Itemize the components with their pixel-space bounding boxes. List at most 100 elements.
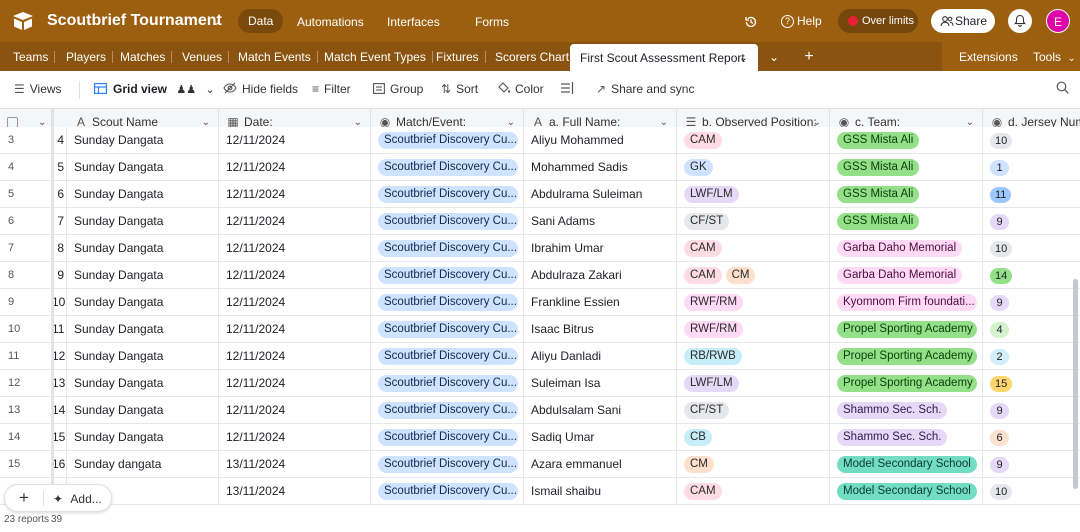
record-id-cell[interactable]: 8 [52,235,67,262]
table-row[interactable]: 6 7 Sunday Dangata 12/11/2024 Scoutbrief Dis… [0,208,1080,235]
date-cell[interactable]: 13/11/2024 [219,451,371,478]
table-row[interactable]: 13 14 Sunday Dangata 12/11/2024 Scoutbrief D… [0,397,1080,424]
team-cell[interactable]: Propel Sporting Academy [830,316,983,343]
extensions-button[interactable]: Extensions [952,42,1025,71]
scout-name-cell[interactable]: Sunday Dangata [67,235,219,262]
record-id-cell[interactable]: 10 [52,289,67,316]
hide-fields-button[interactable]: Hide fields [223,82,298,96]
jersey-number-cell[interactable]: 11 [983,181,1080,208]
views-button[interactable]: ☰ Views [14,82,62,96]
team-cell[interactable]: Propel Sporting Academy [830,370,983,397]
group-button[interactable]: Group [373,82,423,96]
team-cell[interactable]: Propel Sporting Academy [830,343,983,370]
jersey-number-cell[interactable]: 10 [983,478,1080,505]
table-row[interactable]: 4 5 Sunday Dangata 12/11/2024 Scoutbrief Dis… [0,154,1080,181]
jersey-number-cell[interactable]: 4 [983,316,1080,343]
nav-interfaces[interactable]: Interfaces [377,12,450,32]
add-table-icon[interactable]: + [796,42,822,71]
observed-position-cell[interactable]: LWF/LM [677,181,830,208]
jersey-number-cell[interactable]: 10 [983,127,1080,154]
jersey-number-cell[interactable]: 9 [983,397,1080,424]
search-icon[interactable] [1056,81,1069,97]
scout-name-cell[interactable]: Sunday Dangata [67,127,219,154]
full-name-cell[interactable]: Aliyu Mohammed [524,127,677,154]
jersey-number-cell[interactable]: 9 [983,208,1080,235]
team-cell[interactable]: Garba Daho Memorial [830,262,983,289]
match-event-cell[interactable]: Scoutbrief Discovery Cu... [371,478,524,505]
full-name-cell[interactable]: Abdulrama Suleiman [524,181,677,208]
nav-forms[interactable]: Forms [465,12,519,32]
observed-position-cell[interactable]: LWF/LM [677,370,830,397]
tab-first-scout-assessment-report[interactable]: First Scout Assessment Report ⌄ [570,44,758,71]
team-cell[interactable]: Shammo Sec. Sch. [830,424,983,451]
observed-position-cell[interactable]: RWF/RM [677,289,830,316]
observed-position-cell[interactable]: CAM [677,478,830,505]
observed-position-cell[interactable]: CAM [677,235,830,262]
observed-position-cell[interactable]: RWF/RM [677,316,830,343]
observed-position-cell[interactable]: CF/ST [677,208,830,235]
over-limits-button[interactable]: Over limits [838,9,918,33]
tab-match-event-types[interactable]: Match Event Types [317,42,433,71]
date-cell[interactable]: 12/11/2024 [219,235,371,262]
table-row[interactable]: omji13/11/2024Scoutbrief Discovery Cu...… [0,478,1080,505]
grid-view-button[interactable]: Grid view ♟♟ ⌄ [94,82,215,96]
full-name-cell[interactable]: Ibrahim Umar [524,235,677,262]
date-cell[interactable]: 12/11/2024 [219,181,371,208]
team-cell[interactable]: GSS Mista Ali [830,154,983,181]
team-cell[interactable]: Model Secondary School [830,478,983,505]
scout-name-cell[interactable]: Sunday Dangata [67,424,219,451]
date-cell[interactable]: 12/11/2024 [219,262,371,289]
record-id-cell[interactable]: 13 [52,370,67,397]
tab-fixtures[interactable]: Fixtures [429,42,486,71]
match-event-cell[interactable]: Scoutbrief Discovery Cu... [371,451,524,478]
history-icon[interactable] [744,9,758,33]
full-name-cell[interactable]: Abdulsalam Sani [524,397,677,424]
match-event-cell[interactable]: Scoutbrief Discovery Cu... [371,154,524,181]
jersey-number-cell[interactable]: 9 [983,289,1080,316]
record-id-cell[interactable]: 16 [52,451,67,478]
record-id-cell[interactable]: 4 [52,127,67,154]
observed-position-cell[interactable]: GK [677,154,830,181]
match-event-cell[interactable]: Scoutbrief Discovery Cu... [371,370,524,397]
nav-data[interactable]: Data [238,9,284,33]
match-event-cell[interactable]: Scoutbrief Discovery Cu... [371,208,524,235]
team-cell[interactable]: GSS Mista Ali [830,181,983,208]
date-cell[interactable]: 12/11/2024 [219,343,371,370]
notifications-button[interactable] [1008,9,1032,33]
table-row[interactable]: 10 11 Sunday Dangata 12/11/2024 Scoutbrief D… [0,316,1080,343]
more-tables-chevron-icon[interactable]: ⌄ [760,42,788,71]
tab-match-events[interactable]: Match Events [231,42,318,71]
record-id-cell[interactable]: 15 [52,424,67,451]
vertical-scrollbar[interactable] [1073,279,1078,489]
table-row[interactable]: 8 9 Sunday Dangata 12/11/2024 Scoutbrief Dis… [0,262,1080,289]
full-name-cell[interactable]: Abdulraza Zakari [524,262,677,289]
match-event-cell[interactable]: Scoutbrief Discovery Cu... [371,235,524,262]
full-name-cell[interactable]: Sadiq Umar [524,424,677,451]
add-with-ai-button[interactable]: ✦ Add... [53,492,102,506]
team-cell[interactable]: Kyomnom Firm foundati... [830,289,983,316]
add-record-button[interactable]: + [19,488,29,508]
table-row[interactable]: 3 4 Sunday Dangata 12/11/2024 Scoutbrief Dis… [0,127,1080,154]
record-id-cell[interactable]: 12 [52,343,67,370]
table-row[interactable]: 14 15 Sunday Dangata 12/11/2024 Scoutbrief D… [0,424,1080,451]
match-event-cell[interactable]: Scoutbrief Discovery Cu... [371,343,524,370]
tab-players[interactable]: Players [59,42,114,71]
full-name-cell[interactable]: Isaac Bitrus [524,316,677,343]
scout-name-cell[interactable]: Sunday Dangata [67,289,219,316]
user-avatar[interactable]: E [1046,9,1070,33]
chevron-down-icon[interactable]: ⌄ [739,44,748,72]
jersey-number-cell[interactable]: 2 [983,343,1080,370]
full-name-cell[interactable]: Aliyu Danladi [524,343,677,370]
jersey-number-cell[interactable]: 9 [983,451,1080,478]
match-event-cell[interactable]: Scoutbrief Discovery Cu... [371,316,524,343]
scout-name-cell[interactable]: Sunday Dangata [67,181,219,208]
team-cell[interactable]: GSS Mista Ali [830,208,983,235]
tools-button[interactable]: Tools ⌄ [1026,42,1080,71]
table-row[interactable]: 9 10 Sunday Dangata 12/11/2024 Scoutbrief Di… [0,289,1080,316]
jersey-number-cell[interactable]: 15 [983,370,1080,397]
scout-name-cell[interactable]: Sunday Dangata [67,397,219,424]
scout-name-cell[interactable]: Sunday Dangata [67,343,219,370]
chevron-down-icon[interactable]: ⌄ [211,14,221,28]
base-logo-icon[interactable] [12,11,34,31]
date-cell[interactable]: 13/11/2024 [219,478,371,505]
